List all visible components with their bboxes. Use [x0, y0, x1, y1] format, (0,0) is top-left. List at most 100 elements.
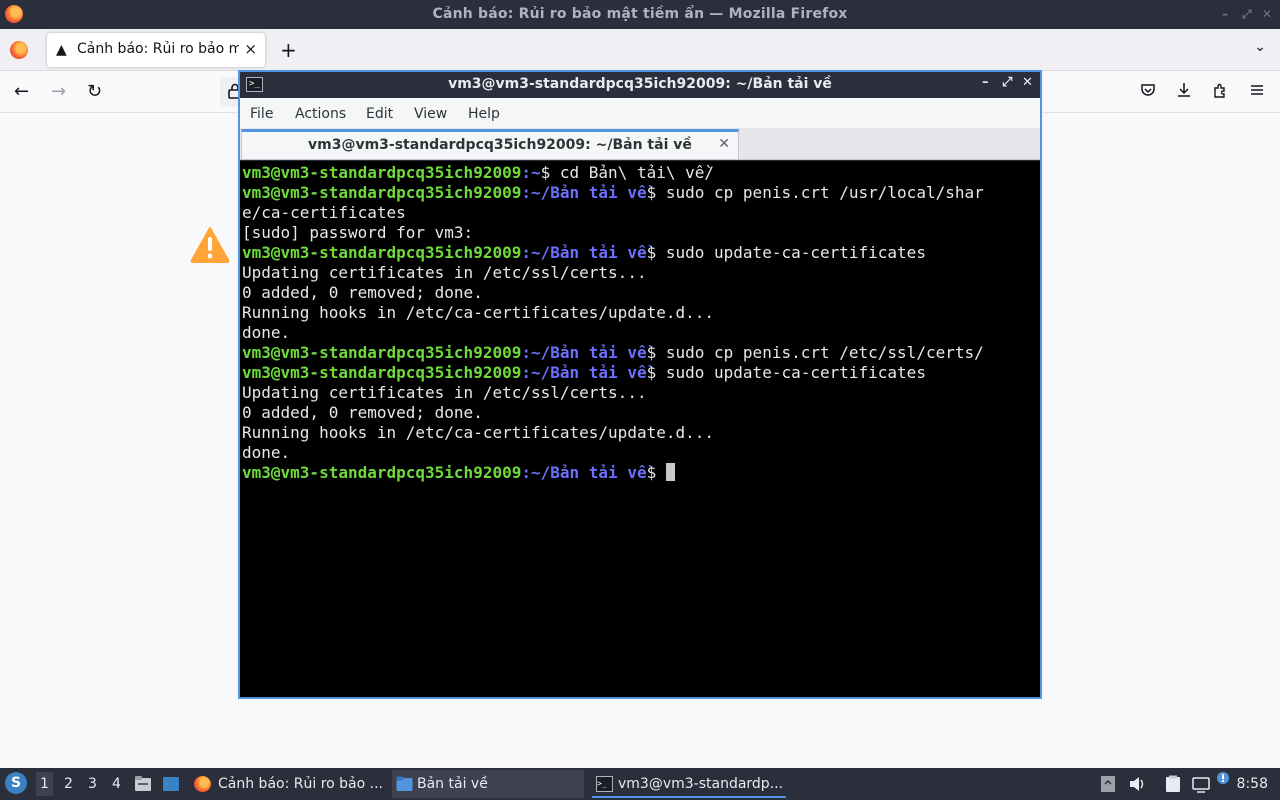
terminal-menubar: File Actions Edit View Help: [240, 98, 1040, 128]
desktop: Cảnh báo: Rủi ro bảo mật tiềm ẩn — Mozil…: [0, 0, 1280, 800]
output-text: done.: [242, 443, 291, 462]
task-label: Bản tải về: [417, 776, 488, 792]
terminal-line: vm3@vm3-standardpcq35ich92009:~$ cd Bản\…: [242, 163, 1040, 183]
command-text: $ sudo cp penis.crt /usr/local/shar: [646, 183, 984, 202]
terminal-line: Running hooks in /etc/ca-certificates/up…: [242, 423, 1040, 443]
terminal-line: vm3@vm3-standardpcq35ich92009:~/Bản tải …: [242, 183, 1040, 203]
command-text: $ cd Bản\ tải\ về/: [540, 163, 715, 182]
reload-button[interactable]: ↻: [87, 81, 102, 102]
back-button[interactable]: ←: [14, 81, 29, 102]
terminal-icon: >_: [596, 776, 613, 792]
prompt-user: vm3@vm3-standardpcq35ich92009: [242, 183, 522, 202]
output-text: done.: [242, 323, 291, 342]
terminal-cursor: [665, 463, 675, 481]
prompt-user: vm3@vm3-standardpcq35ich92009: [242, 243, 522, 262]
task-file-manager[interactable]: Bản tải về: [392, 770, 584, 798]
menu-view[interactable]: View: [414, 106, 447, 122]
output-text: e/ca-certificates: [242, 203, 406, 222]
tab-label: Cảnh báo: Rủi ro bảo mật: [77, 41, 239, 57]
terminal-output[interactable]: vm3@vm3-standardpcq35ich92009:~$ cd Bản\…: [240, 161, 1040, 697]
firefox-icon: [194, 776, 211, 792]
list-all-tabs-button[interactable]: ⌄: [1254, 39, 1266, 55]
tab-close-button[interactable]: ×: [244, 40, 257, 58]
command-text: $ sudo update-ca-certificates: [646, 363, 926, 382]
menu-actions[interactable]: Actions: [295, 106, 346, 122]
taskbar: S 1 2 3 4 Cảnh báo: Rủi ro bảo ... Bản t…: [0, 768, 1280, 800]
terminal-tab[interactable]: vm3@vm3-standardpcq35ich92009: ~/Bản tải…: [241, 129, 739, 159]
menu-help[interactable]: Help: [468, 106, 500, 122]
maximize-button[interactable]: ⤢: [1002, 75, 1012, 90]
workspace-2[interactable]: 2: [64, 776, 73, 792]
terminal-line: done.: [242, 323, 1040, 343]
terminal-line: Running hooks in /etc/ca-certificates/up…: [242, 303, 1040, 323]
workspace-1[interactable]: 1: [36, 772, 53, 796]
terminal-titlebar[interactable]: >_ vm3@vm3-standardpcq35ich92009: ~/Bản …: [240, 72, 1040, 98]
command-text: $: [646, 463, 666, 482]
minimize-icon[interactable]: –: [1222, 7, 1228, 21]
terminal-line: 0 added, 0 removed; done.: [242, 403, 1040, 423]
terminal-line: vm3@vm3-standardpcq35ich92009:~/Bản tải …: [242, 343, 1040, 363]
workspace-4[interactable]: 4: [112, 776, 121, 792]
notes-icon[interactable]: [1164, 775, 1182, 793]
forward-button[interactable]: →: [51, 81, 66, 102]
terminal-line: Updating certificates in /etc/ssl/certs.…: [242, 263, 1040, 283]
close-icon[interactable]: ✕: [1262, 7, 1272, 21]
start-menu-button[interactable]: S: [5, 772, 27, 794]
new-tab-button[interactable]: +: [280, 38, 297, 62]
task-firefox[interactable]: Cảnh báo: Rủi ro bảo ...: [192, 770, 382, 798]
terminal-line: 0 added, 0 removed; done.: [242, 283, 1040, 303]
terminal-tab-close-button[interactable]: ✕: [718, 136, 730, 152]
volume-icon[interactable]: [1128, 775, 1146, 793]
terminal-window-title: vm3@vm3-standardpcq35ich92009: ~/Bản tải…: [448, 76, 832, 92]
terminal-line: [sudo] password for vm3:: [242, 223, 1040, 243]
menu-icon[interactable]: [1249, 82, 1265, 98]
prompt-user: vm3@vm3-standardpcq35ich92009: [242, 343, 522, 362]
terminal-window[interactable]: >_ vm3@vm3-standardpcq35ich92009: ~/Bản …: [238, 70, 1042, 699]
minimize-button[interactable]: –: [982, 75, 989, 90]
terminal-line: Updating certificates in /etc/ssl/certs.…: [242, 383, 1040, 403]
firefox-titlebar[interactable]: Cảnh báo: Rủi ro bảo mật tiềm ẩn — Mozil…: [0, 0, 1280, 29]
menu-file[interactable]: File: [250, 106, 273, 122]
warning-icon: ▲: [56, 42, 67, 58]
output-text: Updating certificates in /etc/ssl/certs.…: [242, 263, 647, 282]
command-text: $ sudo cp penis.crt /etc/ssl/certs/: [646, 343, 984, 362]
terminal-line: vm3@vm3-standardpcq35ich92009:~/Bản tải …: [242, 243, 1040, 263]
prompt-path: :~: [521, 163, 541, 182]
output-text: 0 added, 0 removed; done.: [242, 403, 483, 422]
update-notification-icon[interactable]: [1216, 771, 1230, 785]
terminal-line: done.: [242, 443, 1040, 463]
menu-edit[interactable]: Edit: [366, 106, 393, 122]
show-desktop-icon[interactable]: [162, 775, 180, 793]
pocket-icon[interactable]: [1140, 82, 1156, 98]
file-manager-launcher-icon[interactable]: [134, 775, 152, 793]
prompt-path: :~/Bản tải về: [521, 243, 647, 262]
prompt-path: :~/Bản tải về: [521, 183, 647, 202]
firefox-tab-strip: ▲ Cảnh báo: Rủi ro bảo mật × + ⌄: [0, 29, 1280, 71]
prompt-user: vm3@vm3-standardpcq35ich92009: [242, 163, 522, 182]
workspace-3[interactable]: 3: [88, 776, 97, 792]
task-terminal[interactable]: >_ vm3@vm3-standardp...: [592, 770, 786, 798]
output-text: 0 added, 0 removed; done.: [242, 283, 483, 302]
network-icon[interactable]: [1192, 775, 1210, 793]
firefox-view-icon[interactable]: [10, 41, 28, 59]
output-text: [sudo] password for vm3:: [242, 223, 474, 242]
close-button[interactable]: ✕: [1022, 75, 1033, 90]
output-text: Updating certificates in /etc/ssl/certs.…: [242, 383, 647, 402]
output-text: Running hooks in /etc/ca-certificates/up…: [242, 423, 715, 442]
task-label: vm3@vm3-standardp...: [618, 776, 784, 792]
prompt-path: :~/Bản tải về: [521, 363, 647, 382]
tab-security-warning[interactable]: ▲ Cảnh báo: Rủi ro bảo mật ×: [47, 33, 265, 67]
terminal-line: vm3@vm3-standardpcq35ich92009:~/Bản tải …: [242, 363, 1040, 383]
terminal-line: vm3@vm3-standardpcq35ich92009:~/Bản tải …: [242, 463, 1040, 483]
task-label: Cảnh báo: Rủi ro bảo ...: [218, 776, 382, 792]
prompt-user: vm3@vm3-standardpcq35ich92009: [242, 363, 522, 382]
maximize-icon[interactable]: ⤢: [1242, 7, 1252, 22]
firefox-window-title: Cảnh báo: Rủi ro bảo mật tiềm ẩn — Mozil…: [432, 6, 848, 22]
prompt-path: :~/Bản tải về: [521, 343, 647, 362]
output-text: Running hooks in /etc/ca-certificates/up…: [242, 303, 715, 322]
extensions-icon[interactable]: [1212, 82, 1228, 98]
terminal-tab-label: vm3@vm3-standardpcq35ich92009: ~/Bản tải…: [308, 137, 692, 153]
prompt-path: :~/Bản tải về: [521, 463, 647, 482]
clipboard-icon[interactable]: [1100, 775, 1116, 793]
downloads-icon[interactable]: [1176, 82, 1192, 98]
